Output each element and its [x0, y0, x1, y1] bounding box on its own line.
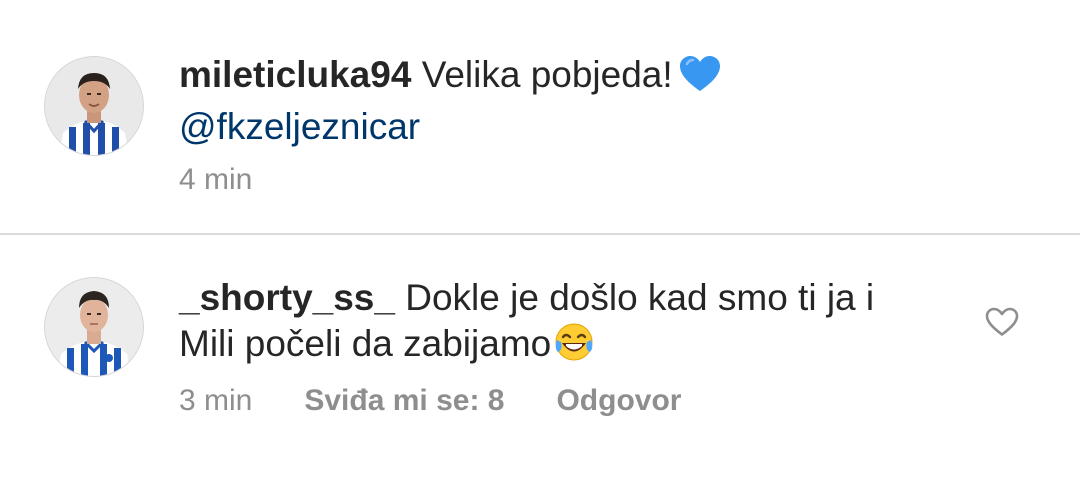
reply-button[interactable]: Odgovor [556, 384, 681, 417]
comment-timestamp: 3 min [179, 384, 253, 417]
avatar[interactable] [45, 278, 143, 376]
likes-count-button[interactable]: Sviđa mi se: 8 [304, 384, 504, 417]
profile-photo [45, 278, 143, 376]
avatar[interactable] [45, 57, 143, 155]
comment-timestamp: 4 min [179, 163, 253, 196]
blue-heart-icon [679, 55, 721, 104]
comment-item: mileticluka94 Velika pobjeda! @fkzeljezn… [0, 0, 1080, 234]
comment-meta: 3 min Sviđa mi se: 8 Odgovor [179, 383, 681, 419]
comment-text-line2: Mili počeli da zabijamo [179, 323, 552, 364]
heart-outline-icon[interactable] [985, 307, 1019, 337]
comment-mention-link[interactable]: @fkzeljeznicar [179, 106, 420, 147]
comment-meta: 4 min [179, 162, 252, 198]
comment-username[interactable]: _shorty_ss_ [179, 277, 395, 318]
comment-item: _shorty_ss_ Dokle je došlo kad smo ti ja… [0, 235, 1080, 486]
comment-body: _shorty_ss_ Dokle je došlo kad smo ti ja… [179, 275, 949, 373]
comment-body: mileticluka94 Velika pobjeda! @fkzeljezn… [179, 52, 949, 150]
comment-text: Velika pobjeda! [421, 54, 673, 95]
comment-text-line1: Dokle je došlo kad smo ti ja i [405, 277, 875, 318]
comment-username[interactable]: mileticluka94 [179, 54, 411, 95]
tears-of-joy-icon [553, 322, 595, 373]
profile-photo [45, 57, 143, 155]
